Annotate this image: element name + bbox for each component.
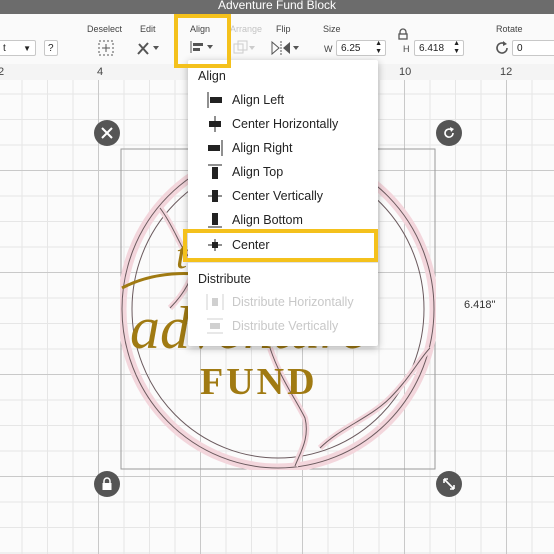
lock-icon bbox=[102, 477, 112, 490]
ruler-tick: 10 bbox=[399, 66, 412, 78]
size-label: Size bbox=[323, 24, 341, 34]
menu-divider bbox=[188, 262, 378, 263]
help-button[interactable]: ? bbox=[44, 40, 58, 56]
arrange-label: Arrange bbox=[230, 24, 263, 34]
center-vertically-icon bbox=[204, 188, 226, 204]
help-label: ? bbox=[48, 43, 54, 54]
menu-item-label: Align Left bbox=[232, 93, 285, 107]
lock-ratio-icon[interactable] bbox=[397, 28, 409, 40]
menu-item-distribute-horizontally: Distribute Horizontally bbox=[188, 290, 378, 314]
menu-item-align-right[interactable]: Align Right bbox=[188, 136, 378, 160]
rotate-handle[interactable] bbox=[436, 120, 462, 146]
rotate-field[interactable]: 0 bbox=[512, 40, 554, 56]
menu-item-label: Align Top bbox=[232, 165, 284, 179]
menu-item-label: Center Horizontally bbox=[232, 117, 339, 131]
dropdown-arrow-icon: ▼ bbox=[23, 44, 31, 53]
align-left-icon bbox=[204, 92, 226, 108]
resize-handle[interactable] bbox=[436, 471, 462, 497]
center-horizontally-icon bbox=[204, 116, 226, 132]
rotate-label: Rotate bbox=[496, 24, 523, 34]
distribute-section-header: Distribute bbox=[198, 272, 251, 286]
close-icon bbox=[101, 127, 113, 139]
arrange-button bbox=[232, 39, 256, 57]
width-field[interactable]: 6.25 ▲ ▼ bbox=[336, 40, 386, 56]
align-dropdown-menu: Align Align Left Center Horizontally Ali… bbox=[188, 60, 378, 346]
edit-label: Edit bbox=[140, 24, 156, 34]
distribute-horizontally-icon bbox=[204, 294, 226, 310]
edit-tools-icon bbox=[137, 42, 159, 55]
height-field[interactable]: 6.418 ▲ ▼ bbox=[414, 40, 464, 56]
lock-handle[interactable] bbox=[94, 471, 120, 497]
design-word-fund: FUND bbox=[200, 361, 318, 403]
width-value: 6.25 bbox=[341, 43, 361, 54]
ruler-tick: 12 bbox=[500, 66, 513, 78]
stepper-icon: ▲ ▼ bbox=[375, 40, 382, 55]
ruler-tick: 4 bbox=[97, 66, 104, 78]
align-bottom-icon bbox=[204, 212, 226, 228]
deselect-button[interactable] bbox=[97, 39, 115, 57]
menu-item-label: Align Bottom bbox=[232, 213, 303, 227]
height-value: 6.418 bbox=[419, 43, 445, 54]
height-label: H bbox=[403, 44, 410, 54]
font-select-value: t bbox=[3, 43, 6, 54]
edit-toolbar: t ▼ ? Deselect Edit Align Arrange Flip S… bbox=[0, 14, 554, 65]
rotate-icon bbox=[496, 41, 508, 54]
ruler-tick: 2 bbox=[0, 66, 5, 78]
center-item-highlight bbox=[183, 229, 378, 262]
menu-item-distribute-vertically: Distribute Vertically bbox=[188, 314, 378, 338]
flip-button[interactable] bbox=[270, 39, 300, 57]
font-select[interactable]: t ▼ bbox=[0, 40, 36, 56]
menu-item-label: Center Vertically bbox=[232, 189, 324, 203]
align-button-highlight bbox=[174, 14, 231, 68]
stepper-icon: ▲ ▼ bbox=[453, 40, 460, 55]
menu-item-align-top[interactable]: Align Top bbox=[188, 160, 378, 184]
align-right-icon bbox=[204, 140, 226, 156]
rotate-value: 0 bbox=[517, 43, 523, 54]
align-top-icon bbox=[204, 164, 226, 180]
flip-label: Flip bbox=[276, 24, 291, 34]
delete-handle[interactable] bbox=[94, 120, 120, 146]
deselect-icon bbox=[98, 40, 114, 56]
window-title: Adventure Fund Block bbox=[0, 0, 554, 14]
edit-button[interactable] bbox=[136, 39, 162, 57]
rotate-icon bbox=[444, 127, 454, 138]
deselect-label: Deselect bbox=[87, 24, 123, 34]
arrange-icon bbox=[233, 40, 255, 54]
flip-icon bbox=[271, 40, 299, 56]
menu-item-align-left[interactable]: Align Left bbox=[188, 88, 378, 112]
menu-item-label: Distribute Vertically bbox=[232, 319, 339, 333]
menu-item-center-horizontally[interactable]: Center Horizontally bbox=[188, 112, 378, 136]
height-dimension-label: 6.418" bbox=[464, 299, 496, 311]
menu-item-label: Align Right bbox=[232, 141, 293, 155]
align-section-header: Align bbox=[198, 69, 226, 83]
menu-item-center-vertically[interactable]: Center Vertically bbox=[188, 184, 378, 208]
menu-item-label: Distribute Horizontally bbox=[232, 295, 354, 309]
resize-icon bbox=[443, 478, 455, 490]
width-label: W bbox=[324, 44, 333, 54]
distribute-vertically-icon bbox=[204, 318, 226, 334]
